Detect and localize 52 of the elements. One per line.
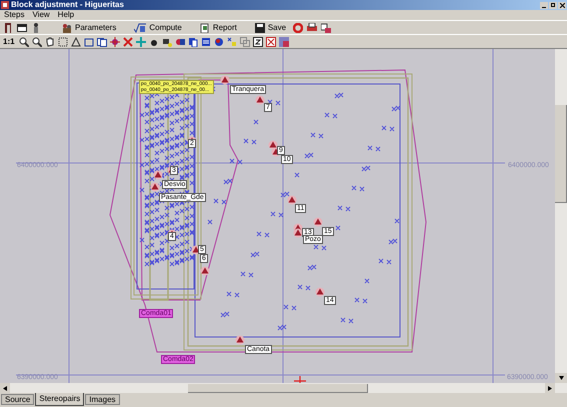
window-icon[interactable] xyxy=(17,22,27,32)
vertical-scrollbar[interactable] xyxy=(555,49,567,393)
toolbar-button[interactable]: Report xyxy=(196,22,240,34)
zoom-button[interactable]: 1:1 xyxy=(2,38,16,46)
stack-icon[interactable] xyxy=(200,36,211,46)
hand-icon[interactable] xyxy=(44,36,55,46)
tab[interactable]: Stereopairs xyxy=(35,393,84,406)
menu-item[interactable]: Steps xyxy=(4,11,24,19)
square-icon[interactable] xyxy=(84,36,94,46)
selection-icon[interactable] xyxy=(58,36,68,46)
tab[interactable]: Source xyxy=(1,394,34,405)
zoom-out-icon[interactable] xyxy=(32,36,42,46)
toolbar-button[interactable]: Save xyxy=(252,22,290,34)
scroll-right-icon[interactable] xyxy=(545,383,555,393)
control-point-icon xyxy=(154,170,162,180)
horizontal-scrollbar[interactable] xyxy=(0,383,555,393)
ring-icon[interactable] xyxy=(293,22,304,32)
control-point-icon xyxy=(288,196,296,204)
scroll-thumb[interactable] xyxy=(555,105,567,203)
app-icon xyxy=(1,1,9,9)
control-point-icon xyxy=(314,218,322,226)
delete-icon[interactable] xyxy=(122,36,133,46)
toolbar-button[interactable]: Parameters xyxy=(59,22,120,34)
maximize-button[interactable] xyxy=(549,2,557,8)
control-point-icon xyxy=(294,228,302,238)
control-point-icon xyxy=(256,96,264,104)
scroll-left-icon[interactable] xyxy=(0,383,10,393)
squares-icon[interactable] xyxy=(96,36,107,46)
menu-item[interactable]: Help xyxy=(58,11,74,19)
control-point-icon xyxy=(220,76,230,84)
control-point-icon xyxy=(200,266,210,276)
scroll-down-icon[interactable] xyxy=(555,373,567,383)
control-point-icon xyxy=(316,288,324,296)
minimize-button[interactable] xyxy=(540,2,548,8)
root-icon xyxy=(134,22,146,32)
door-icon[interactable] xyxy=(3,22,13,32)
tab[interactable]: Images xyxy=(85,394,120,405)
symbol-icon[interactable] xyxy=(252,36,263,46)
cursor-cross-icon xyxy=(293,375,307,383)
control-point-icon xyxy=(150,182,160,192)
triangle-icon[interactable] xyxy=(70,36,81,46)
pages-icon[interactable] xyxy=(188,36,198,46)
window-title: Block adjustment - Higueritas xyxy=(11,1,124,9)
cancel-icon[interactable] xyxy=(266,36,276,46)
scroll-thumb[interactable] xyxy=(188,384,368,392)
control-point-icon xyxy=(236,336,244,344)
menu-item[interactable]: View xyxy=(32,11,50,19)
close-button[interactable] xyxy=(558,2,566,8)
toolbar-button[interactable]: Compute xyxy=(131,22,185,34)
people-icon xyxy=(62,22,72,32)
zoom-in-icon[interactable] xyxy=(18,36,29,46)
figure-icon[interactable] xyxy=(31,22,41,32)
